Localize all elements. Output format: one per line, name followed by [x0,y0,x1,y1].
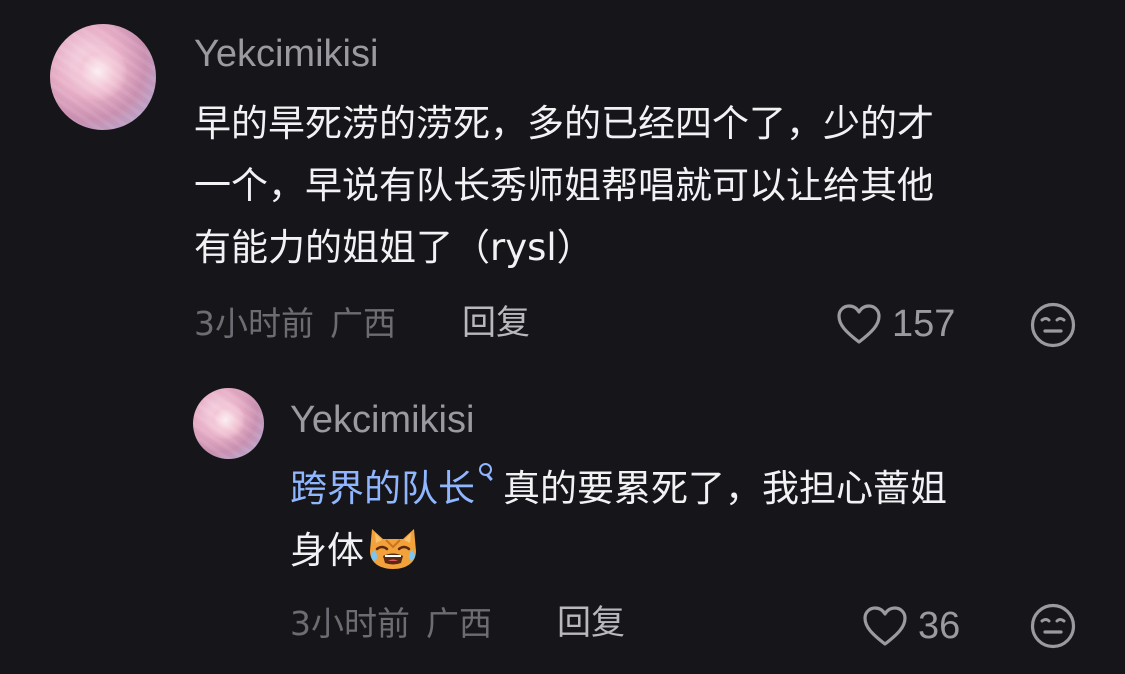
mention-icon [477,463,493,483]
like-button[interactable]: 157 [836,303,955,345]
comment-username[interactable]: Yekcimikisi [194,32,378,76]
like-count: 157 [892,303,956,345]
reply-text[interactable]: 跨界的队长 真的要累死了，我担心蔷姐 身体 [290,458,947,582]
mention-link[interactable]: 跨界的队长 [290,467,475,510]
comment-time: 3小时前 [194,304,314,343]
crying-cat-emoji-icon [366,523,420,571]
comments-page: Yekcimikisi 早的旱死涝的涝死，多的已经四个了，少的才 一个，早说有队… [0,0,1125,674]
comment-text-line: 一个，早说有队长秀师姐帮唱就可以让给其他 [194,164,934,207]
reply-meta: 3小时前 广西 [290,604,492,644]
heart-outline-icon [862,605,908,647]
reply-text-segment: 真的要累死了，我担心蔷姐 [503,467,947,510]
reply-username[interactable]: Yekcimikisi [290,398,474,442]
avatar[interactable] [50,24,156,130]
comment-text-line: 有能力的姐姐了（rysl） [194,226,594,269]
reply-region: 广西 [426,604,492,643]
neutral-face-icon[interactable] [1030,603,1076,653]
heart-outline-icon [836,303,882,345]
reply-time: 3小时前 [290,604,410,643]
reply-like-button[interactable]: 36 [862,605,960,647]
reply-button[interactable]: 回复 [462,303,530,343]
neutral-face-icon[interactable] [1030,302,1076,352]
like-count: 36 [918,605,961,647]
comment-meta: 3小时前 广西 [194,304,396,344]
reply-avatar[interactable] [193,388,264,459]
reply-reply-button[interactable]: 回复 [557,603,625,643]
reply-text-segment: 身体 [290,529,364,572]
reply-text-line: 跨界的队长 真的要累死了，我担心蔷姐 [290,458,947,520]
comment-region: 广西 [330,304,396,343]
comment-text[interactable]: 早的旱死涝的涝死，多的已经四个了，少的才 一个，早说有队长秀师姐帮唱就可以让给其… [194,93,934,279]
reply-text-line: 身体 [290,520,947,582]
comment-text-line: 早的旱死涝的涝死，多的已经四个了，少的才 [194,102,934,145]
